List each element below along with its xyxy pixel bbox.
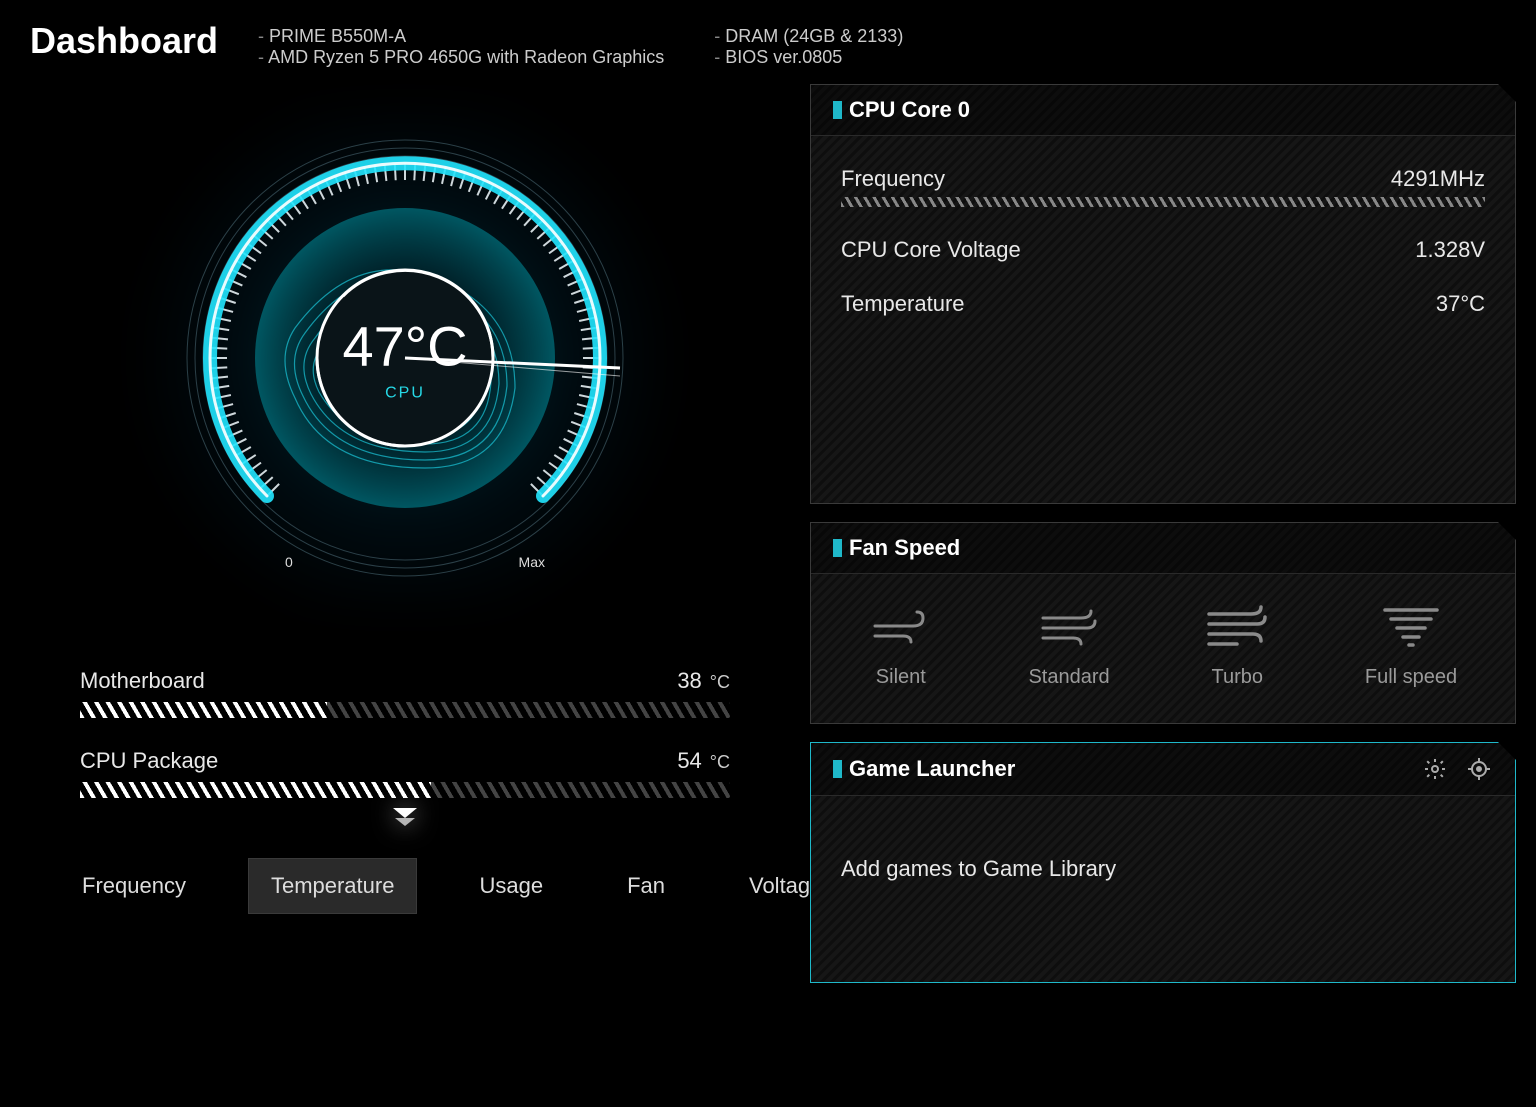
metric-tabs: Frequency Temperature Usage Fan Voltage [20,838,790,934]
temp-label: CPU Package [80,748,218,774]
tornado-icon [1379,604,1443,648]
cpu-temp-value: 37°C [1436,291,1485,317]
fan-mode-full-speed[interactable]: Full speed [1365,604,1457,689]
tab-fan[interactable]: Fan [605,859,687,913]
cpu-freq-value: 4291MHz [1391,166,1485,192]
fan-mode-label: Turbo [1211,666,1263,689]
wind-icon [869,604,933,648]
cpu-temp-label: Temperature [841,291,965,317]
wind-icon [1205,604,1269,648]
gauge-label: CPU [342,385,467,403]
game-panel-title: Game Launcher [833,756,1015,782]
game-launcher-panel: Game Launcher [810,742,1516,983]
gauge-max-label: Max [519,554,545,570]
chevron-down-icon[interactable] [385,798,425,838]
tab-frequency[interactable]: Frequency [60,859,208,913]
fan-mode-standard[interactable]: Standard [1028,604,1109,689]
temp-value: 54 [677,748,701,774]
fan-mode-label: Standard [1028,666,1109,689]
progress-bar [841,197,1485,207]
target-icon[interactable] [1465,755,1493,783]
sysinfo-bios: BIOS ver.0805 [714,47,903,68]
temperature-gauge: 47°C CPU 0 Max [20,78,790,638]
fan-panel-title: Fan Speed [833,535,960,561]
cpu-voltage-label: CPU Core Voltage [841,237,1021,263]
temp-value: 38 [677,668,701,694]
temp-unit: °C [710,672,730,693]
fan-mode-label: Silent [876,666,926,689]
cpu-core-panel: CPU Core 0 Frequency 4291MHz CPU Core Vo… [810,84,1516,504]
fan-speed-panel: Fan Speed Silent Standard [810,522,1516,724]
game-launcher-body[interactable]: Add games to Game Library [811,796,1515,982]
fan-mode-label: Full speed [1365,666,1457,689]
sysinfo-dram: DRAM (24GB & 2133) [714,26,903,47]
temp-row-cpu-package: CPU Package 54 °C [80,748,730,798]
tab-usage[interactable]: Usage [457,859,565,913]
fan-mode-silent[interactable]: Silent [869,604,933,689]
header: Dashboard PRIME B550M-A AMD Ryzen 5 PRO … [0,0,1536,78]
fan-mode-turbo[interactable]: Turbo [1205,604,1269,689]
sysinfo-cpu: AMD Ryzen 5 PRO 4650G with Radeon Graphi… [258,47,664,68]
gauge-value: 47°C [342,314,467,379]
temp-row-motherboard: Motherboard 38 °C [80,668,730,718]
sysinfo-motherboard: PRIME B550M-A [258,26,664,47]
gauge-min-label: 0 [285,554,293,570]
temp-label: Motherboard [80,668,205,694]
temp-unit: °C [710,752,730,773]
cpu-panel-title: CPU Core 0 [833,97,970,123]
system-info: PRIME B550M-A AMD Ryzen 5 PRO 4650G with… [258,20,903,68]
cpu-voltage-value: 1.328V [1415,237,1485,263]
gear-icon[interactable] [1421,755,1449,783]
cpu-freq-label: Frequency [841,166,945,192]
wind-icon [1037,604,1101,648]
tab-temperature[interactable]: Temperature [248,858,418,914]
page-title: Dashboard [30,20,218,62]
